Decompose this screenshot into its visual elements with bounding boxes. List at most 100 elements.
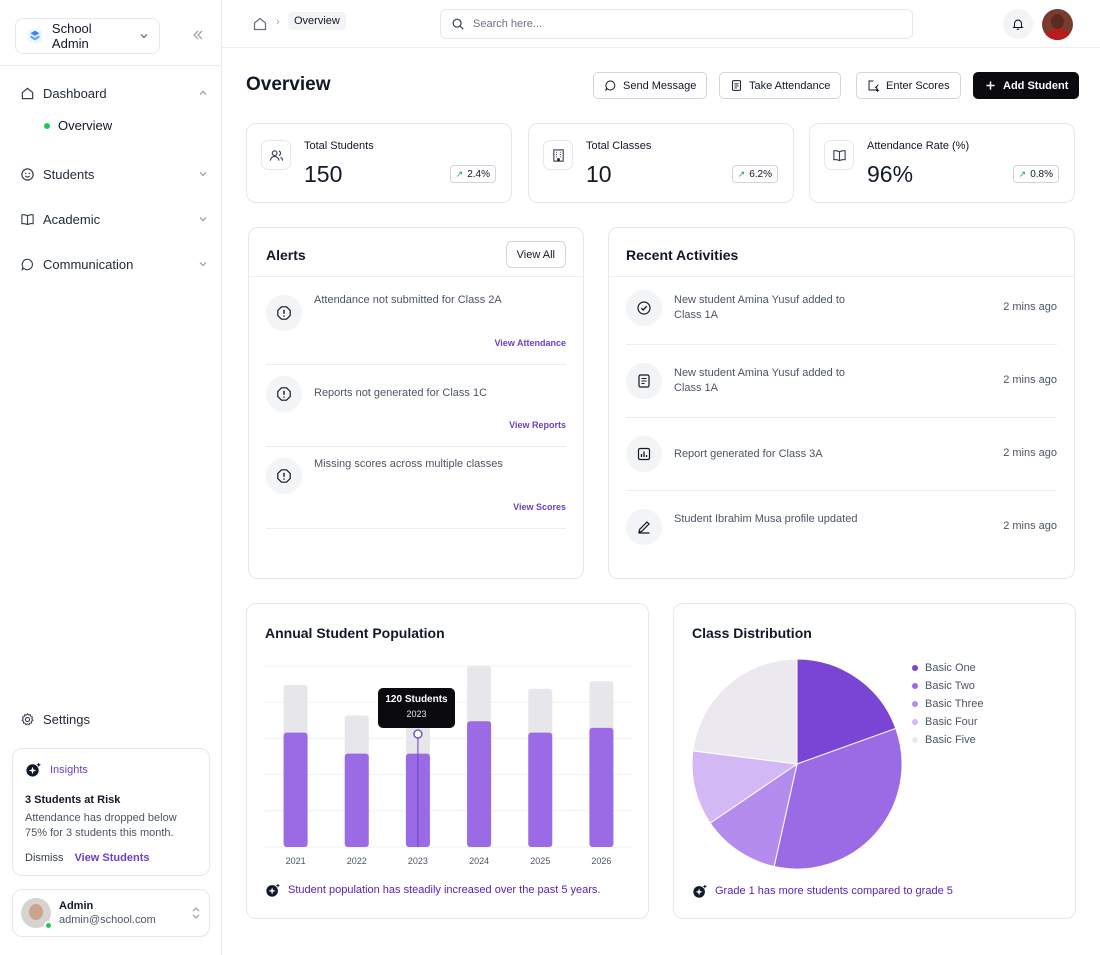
activity-icon-wrap — [626, 290, 662, 326]
sidebar-item-settings[interactable]: Settings — [20, 708, 208, 730]
gear-icon — [21, 712, 34, 725]
class-distribution-panel: Class Distribution Basic One Basic Two Bas… — [673, 603, 1076, 919]
activity-text: Student Ibrahim Musa profile updated — [674, 513, 858, 525]
school-switcher[interactable]: School Admin — [15, 18, 160, 54]
x-tick-label: 2025 — [530, 856, 550, 866]
dismiss-link[interactable]: Dismiss — [25, 852, 64, 864]
sidebar-item-communication[interactable]: Communication — [20, 253, 208, 275]
smile-icon — [21, 167, 34, 181]
sidebar-item-label: Students — [43, 166, 95, 182]
x-tick-label: 2021 — [286, 856, 306, 866]
alert-text: Attendance not submitted for Class 2A — [314, 294, 502, 306]
clipboard-icon — [731, 80, 742, 91]
legend-item: Basic One — [912, 659, 984, 677]
arrow-up-right-icon: ↗ — [737, 168, 746, 179]
recent-activities-panel: Recent Activities New student Amina Yusu… — [608, 227, 1075, 579]
sidebar-item-dashboard[interactable]: Dashboard — [20, 82, 208, 104]
book-icon — [21, 213, 34, 225]
view-reports-link[interactable]: View Reports — [509, 420, 566, 430]
stat-change-badge: ↗ 0.8% — [1012, 165, 1059, 183]
distribution-title: Class Distribution — [692, 625, 812, 641]
panel-divider — [249, 276, 583, 277]
stat-change-badge: ↗ 2.4% — [449, 165, 496, 183]
take-attendance-button[interactable]: Take Attendance — [719, 72, 842, 99]
legend-item: Basic Four — [912, 713, 984, 731]
building-icon — [552, 148, 564, 162]
chevron-down-icon — [140, 34, 148, 39]
population-insight-text: Student population has steadily increase… — [288, 884, 601, 896]
brand-logo-icon — [27, 28, 43, 44]
activity-item: Report generated for Class 3A 2 mins ago — [626, 418, 1057, 491]
bar — [283, 732, 308, 847]
activity-text: New student Amina Yusuf added to Class 1… — [674, 294, 846, 321]
view-students-link[interactable]: View Students — [75, 852, 150, 864]
alert-icon-wrap — [266, 295, 302, 331]
activity-text: Report generated for Class 3A — [674, 448, 823, 460]
alert-item: Reports not generated for Class 1C View … — [266, 365, 566, 447]
sidebar-item-students[interactable]: Students — [20, 163, 208, 185]
legend-swatch — [912, 683, 918, 689]
population-chart-panel: Annual Student Population 2021 2022 2023 20… — [246, 603, 649, 919]
book-icon — [832, 149, 846, 161]
home-icon[interactable] — [252, 16, 268, 32]
sidebar-item-label: Dashboard — [43, 85, 107, 101]
insights-actions: Dismiss View Students — [25, 852, 197, 864]
button-label: Add Student — [1003, 79, 1069, 92]
x-tick-label: 2022 — [347, 856, 367, 866]
edit-document-icon — [868, 80, 880, 92]
search-input[interactable] — [473, 18, 873, 30]
distribution-insight: Grade 1 has more students compared to gr… — [692, 883, 953, 899]
enter-scores-button[interactable]: Enter Scores — [856, 72, 961, 99]
activity-time: 2 mins ago — [1003, 301, 1057, 313]
app-root: School Admin Dashboard Overview Students… — [0, 0, 1100, 955]
breadcrumb-separator-icon: › — [276, 16, 280, 28]
bar — [467, 721, 492, 847]
legend-item: Basic Three — [912, 695, 984, 713]
chevron-down-icon — [199, 217, 207, 222]
view-attendance-link[interactable]: View Attendance — [494, 338, 566, 348]
alert-octagon-icon — [277, 306, 291, 320]
stat-icon-wrap — [543, 140, 573, 170]
send-message-button[interactable]: Send Message — [593, 72, 708, 99]
stat-label: Attendance Rate (%) — [867, 140, 970, 152]
check-circle-icon — [637, 301, 651, 315]
avatar — [21, 898, 53, 930]
sidebar-divider — [0, 65, 222, 66]
view-scores-link[interactable]: View Scores — [513, 502, 566, 512]
legend-label: Basic Four — [925, 716, 978, 728]
user-name: Admin — [59, 900, 94, 912]
activity-item: New student Amina Yusuf added to Class 1… — [626, 272, 1057, 345]
pencil-icon — [638, 521, 650, 534]
x-tick-label: 2024 — [469, 856, 489, 866]
stat-card-total-students: Total Students 150 ↗ 2.4% — [246, 123, 512, 203]
topbar: › Overview — [222, 0, 1100, 48]
breadcrumb[interactable]: Overview — [288, 12, 346, 30]
bar — [589, 727, 614, 847]
chart-tooltip: 120 Students 2023 — [378, 688, 455, 728]
search-box[interactable] — [440, 9, 913, 39]
stat-value: 150 — [304, 161, 343, 187]
alert-text: Reports not generated for Class 1C — [314, 387, 488, 399]
stat-change: 2.4% — [467, 168, 490, 180]
view-all-button[interactable]: View All — [505, 241, 566, 268]
add-student-button[interactable]: Add Student — [973, 72, 1080, 99]
sidebar-item-academic[interactable]: Academic — [20, 208, 208, 230]
chevron-updown-icon — [192, 907, 200, 919]
sidebar-subitem-overview[interactable]: Overview — [44, 118, 112, 133]
stat-value: 96% — [867, 161, 914, 187]
insights-title: Insights — [50, 763, 88, 776]
arrow-up-right-icon: ↗ — [455, 168, 464, 179]
alert-icon-wrap — [266, 376, 302, 412]
insights-headline: 3 Students at Risk — [25, 794, 121, 806]
profile-avatar[interactable] — [1042, 9, 1073, 40]
user-info: Admin admin@school.com — [59, 900, 156, 926]
activity-time: 2 mins ago — [1003, 447, 1057, 459]
collapse-sidebar-icon[interactable] — [190, 27, 206, 43]
notifications-button[interactable] — [1003, 9, 1033, 39]
user-menu[interactable]: Admin admin@school.com — [12, 889, 210, 937]
document-icon — [638, 374, 650, 388]
stat-label: Total Classes — [586, 140, 652, 152]
alert-item: Attendance not submitted for Class 2A Vi… — [266, 283, 566, 365]
stat-card-total-classes: Total Classes 10 ↗ 6.2% — [528, 123, 794, 203]
alerts-panel: Alerts View All Attendance not submitted… — [248, 227, 584, 579]
